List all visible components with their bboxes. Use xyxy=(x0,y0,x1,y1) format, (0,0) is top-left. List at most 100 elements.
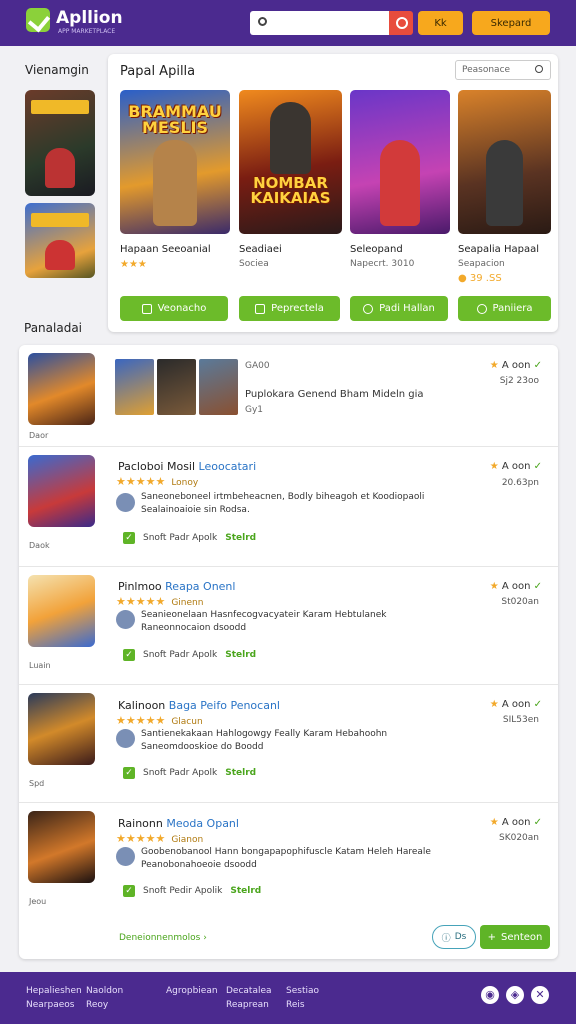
stars-label: Glacun xyxy=(171,717,203,727)
screenshot[interactable] xyxy=(199,359,238,415)
featured-search-input[interactable]: Peasonace xyxy=(455,60,551,80)
header-button-1[interactable]: Kk xyxy=(418,11,463,35)
thumb-character xyxy=(45,148,75,188)
cover-title: NOMBAR KAIKAIAS xyxy=(250,174,331,207)
app-title: Rainonn Meoda Opanl xyxy=(118,817,239,830)
app-thumbnail xyxy=(28,693,95,765)
footer-link[interactable]: Hepalieshen xyxy=(26,984,82,998)
footer-link[interactable]: Sestiao xyxy=(286,984,319,998)
cover-character xyxy=(485,139,524,226)
star-icon: ★ xyxy=(489,360,502,371)
stars-label: Lonoy xyxy=(171,478,199,488)
feature-label: Snoft Padr Apolk xyxy=(143,533,218,543)
more-link[interactable]: Deneionnenmolos › xyxy=(119,933,207,943)
footer-col-1: Hepalieshen Nearpaeos xyxy=(26,984,82,1012)
header-button-2-label: Skepard xyxy=(490,17,532,29)
app-rating: ★ A oon ✓ xyxy=(490,581,542,592)
rating-label: A oon xyxy=(501,699,531,710)
list-item[interactable]: Jeou Rainonn Meoda Opanl ★★★★★ Gianon Goo… xyxy=(19,803,558,913)
rating-stars: ★★★★★ Ginenn xyxy=(116,595,203,608)
feature-status: Stelrd xyxy=(230,886,262,896)
x-social-icon[interactable]: ✕ xyxy=(531,986,549,1004)
featured-card-sub: Seapacion xyxy=(458,259,505,269)
app-title-highlight: Baga Peifo Penocanl xyxy=(168,699,280,712)
avatar xyxy=(116,729,135,748)
app-logo-icon[interactable] xyxy=(26,8,50,32)
feature-label: Snoft Padr Apolk xyxy=(143,768,218,778)
sidebar-game-thumb-1[interactable] xyxy=(25,90,95,196)
footer-link[interactable]: Decatalea xyxy=(226,984,272,998)
app-meta: 20.63pn xyxy=(501,478,539,488)
footer-col-4: Decatalea Reaprean xyxy=(226,984,272,1012)
top-bar: Apllion APP MARKETPLACE Kk Skepard xyxy=(0,0,576,46)
chat-icon xyxy=(476,303,487,314)
list-item[interactable]: Daok Pacloboi Mosil Leoocatari ★★★★★ Lono… xyxy=(19,447,558,567)
screenshot[interactable] xyxy=(157,359,196,415)
app-title: Kalinoon Baga Peifo Penocanl xyxy=(118,699,280,712)
list-item[interactable]: Luain Pinlmoo Reapa Onenl ★★★★★ Ginenn Se… xyxy=(19,567,558,685)
list-item[interactable]: Daor GA00 Puplokara Genend Bham Mideln g… xyxy=(19,345,558,447)
secondary-button[interactable]: ⓘ Ds xyxy=(432,925,476,949)
featured-button-4[interactable]: Paniiera xyxy=(458,296,551,321)
app-meta: St020an xyxy=(501,597,539,607)
featured-card-4[interactable]: Seapalia Hapaal Seapacion ● 39 .SS xyxy=(458,90,551,284)
app-rating: ★ A oon ✓ xyxy=(490,699,542,710)
footer-link[interactable]: Reis xyxy=(286,998,319,1012)
app-tag: Spd xyxy=(29,779,45,788)
footer-link[interactable]: Naoldon xyxy=(86,984,123,998)
app-title-main: Pacloboi Mosil xyxy=(118,460,196,473)
feature-status: Stelrd xyxy=(225,650,257,660)
rating-label: A oon xyxy=(501,461,531,472)
rating-label: A oon xyxy=(501,360,531,371)
featured-button-2[interactable]: Peprectela xyxy=(239,296,340,321)
featured-card-3[interactable]: Seleopand Napecrt. 3010 xyxy=(350,90,450,269)
app-feature: ✓ Snoft Padr Apolk Stelrd xyxy=(123,767,256,779)
app-rating: ★ A oon ✓ xyxy=(490,360,542,371)
featured-card-2[interactable]: NOMBAR KAIKAIAS Seadiaei Sociea xyxy=(239,90,342,269)
list-item[interactable]: Spd Kalinoon Baga Peifo Penocanl ★★★★★ Gl… xyxy=(19,685,558,803)
cover-character xyxy=(269,102,312,174)
footer-link[interactable]: Reoy xyxy=(86,998,123,1012)
discord-icon[interactable]: ◉ xyxy=(481,986,499,1004)
app-title-main: Kalinoon xyxy=(118,699,166,712)
stars-icon: ★★★★★ xyxy=(116,475,166,488)
search-button[interactable] xyxy=(389,11,413,35)
header-button-2[interactable]: Skepard xyxy=(472,11,550,35)
twitch-icon[interactable]: ◈ xyxy=(506,986,524,1004)
sidebar-game-thumb-2[interactable] xyxy=(25,203,95,278)
footer-link[interactable]: Nearpaeos xyxy=(26,998,82,1012)
featured-card-1[interactable]: BRAMMAU MESLIS Hapaan Seeoanial ★★★ xyxy=(120,90,230,270)
app-description: Santienekakaan Hahlogowgy Feally Karam H… xyxy=(141,729,388,752)
featured-button-label: Veonacho xyxy=(157,303,207,314)
check-icon: ✓ xyxy=(530,817,542,828)
app-name: Apllion xyxy=(56,8,123,28)
featured-button-1[interactable]: Veonacho xyxy=(120,296,228,321)
header-button-1-label: Kk xyxy=(434,17,447,29)
app-meta: SK020an xyxy=(498,833,539,843)
footer-link[interactable]: Agropbiean xyxy=(166,984,218,998)
rating-stars: ● 39 .SS xyxy=(458,273,502,284)
app-tagline: APP MARKETPLACE xyxy=(58,28,116,35)
featured-title: Papal Apilla xyxy=(120,64,196,79)
app-description: Seanieonelaan Hasnfecogvacyateir Karam H… xyxy=(141,610,387,633)
avatar xyxy=(116,610,135,629)
thumb-banner xyxy=(31,213,89,227)
check-icon: ✓ xyxy=(123,532,135,544)
app-title-highlight: Leoocatari xyxy=(198,460,257,473)
featured-button-3[interactable]: Padi Hallan xyxy=(350,296,448,321)
app-title: Pacloboi Mosil Leoocatari xyxy=(118,460,256,473)
sidebar-title: Vienamgin xyxy=(25,63,89,77)
primary-button[interactable]: + Senteon xyxy=(480,925,550,949)
footer-link[interactable]: Reaprean xyxy=(226,998,272,1012)
star-icon: ★ xyxy=(489,461,502,472)
footer-col-3: Agropbiean xyxy=(166,984,218,998)
thumb-banner xyxy=(31,100,89,114)
stars-label: Gianon xyxy=(171,835,204,845)
footer: Hepalieshen Nearpaeos Naoldon Reoy Agrop… xyxy=(0,972,576,1024)
app-tag: Daor xyxy=(29,431,49,440)
app-title: Pinlmoo Reapa Onenl xyxy=(118,580,235,593)
feature-status: Stelrd xyxy=(225,768,257,778)
search-input[interactable] xyxy=(250,11,390,35)
screenshot[interactable] xyxy=(115,359,154,415)
featured-search-placeholder: Peasonace xyxy=(462,65,511,75)
